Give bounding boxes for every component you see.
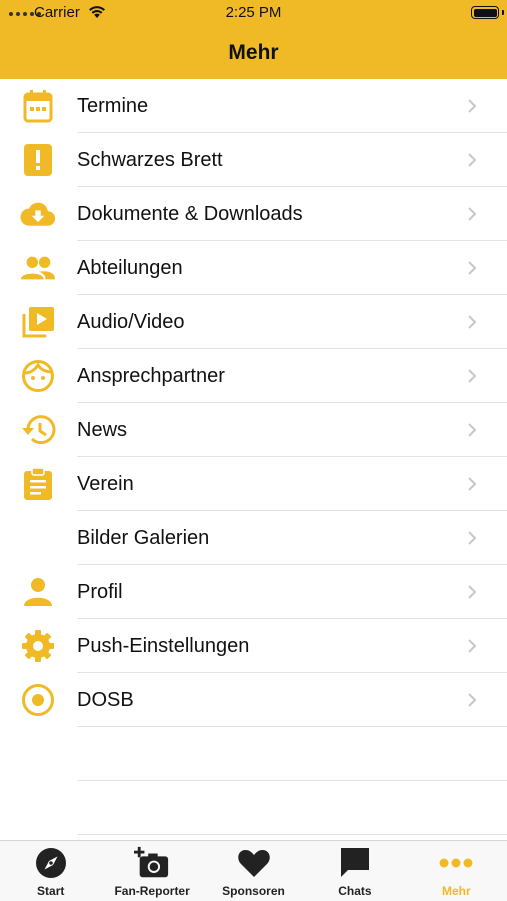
menu-item-abteilungen[interactable]: Abteilungen (0, 241, 507, 295)
menu-item-label: Profil (77, 581, 123, 603)
chevron-right-icon (468, 369, 477, 383)
more-icon (438, 845, 474, 881)
tab-chats[interactable]: Chats (304, 841, 405, 901)
menu-item-dosb[interactable]: DOSB (0, 673, 507, 727)
chevron-right-icon (468, 693, 477, 707)
menu-item-termine[interactable]: Termine (0, 79, 507, 133)
menu-item-label: Dokumente & Downloads (77, 203, 303, 225)
tab-fan-reporter[interactable]: Fan-Reporter (101, 841, 202, 901)
person-icon (20, 574, 56, 610)
menu-item-dokumente-downloads[interactable]: Dokumente & Downloads (0, 187, 507, 241)
clock-label: 2:25 PM (225, 4, 282, 21)
notice-board-icon (20, 142, 56, 178)
menu-item-label: Audio/Video (77, 311, 185, 333)
menu-item-schwarzes-brett[interactable]: Schwarzes Brett (0, 133, 507, 187)
chat-icon (337, 845, 373, 881)
chevron-right-icon (468, 207, 477, 221)
add-photo-icon (134, 845, 170, 881)
menu-item-ansprechpartner[interactable]: Ansprechpartner (0, 349, 507, 403)
menu-list: Termine Schwarzes Brett Dokumente & Down… (0, 79, 507, 835)
chevron-right-icon (468, 99, 477, 113)
tab-bar: Start Fan-Reporter Sponsoren Chats Mehr (0, 840, 507, 901)
menu-item-label: Ansprechpartner (77, 365, 225, 387)
tab-sponsoren[interactable]: Sponsoren (203, 841, 304, 901)
menu-item-verein[interactable]: Verein (0, 457, 507, 511)
menu-item-audio-video[interactable]: Audio/Video (0, 295, 507, 349)
video-library-icon (20, 304, 56, 340)
chevron-right-icon (468, 153, 477, 167)
divider (77, 834, 507, 835)
navigation-header: Carrier 2:25 PM Mehr (0, 0, 507, 79)
tab-label: Mehr (441, 884, 471, 898)
chevron-right-icon (468, 639, 477, 653)
battery-icon (471, 6, 499, 19)
chevron-right-icon (468, 261, 477, 275)
empty-row (0, 727, 507, 781)
history-icon (20, 412, 56, 448)
page-title: Mehr (228, 41, 279, 64)
clipboard-icon (20, 466, 56, 502)
people-icon (20, 250, 56, 286)
menu-item-label: Push-Einstellungen (77, 635, 250, 657)
calendar-icon (20, 88, 56, 124)
menu-item-push-einstellungen[interactable]: Push-Einstellungen (0, 619, 507, 673)
empty-row (0, 781, 507, 835)
tab-label: Sponsoren (222, 884, 285, 898)
gear-icon (20, 628, 56, 664)
menu-item-label: DOSB (77, 689, 134, 711)
tab-mehr[interactable]: Mehr (406, 841, 507, 901)
menu-item-bilder-galerien[interactable]: Bilder Galerien (0, 511, 507, 565)
tab-label: Fan-Reporter (114, 884, 190, 898)
menu-item-label: Verein (77, 473, 134, 495)
status-bar: Carrier 2:25 PM (0, 0, 507, 26)
menu-item-profil[interactable]: Profil (0, 565, 507, 619)
chevron-right-icon (468, 315, 477, 329)
battery-tip (502, 10, 504, 15)
face-icon (20, 358, 56, 394)
menu-item-label: Abteilungen (77, 257, 183, 279)
menu-item-label: Bilder Galerien (77, 527, 210, 549)
compass-icon (33, 845, 69, 881)
record-icon (20, 682, 56, 718)
tab-start[interactable]: Start (0, 841, 101, 901)
heart-icon (236, 845, 272, 881)
chevron-right-icon (468, 423, 477, 437)
chevron-right-icon (468, 585, 477, 599)
chevron-right-icon (468, 477, 477, 491)
menu-item-label: Termine (77, 95, 149, 117)
menu-item-news[interactable]: News (0, 403, 507, 457)
cloud-download-icon (20, 196, 56, 232)
tab-label: Start (37, 884, 65, 898)
menu-item-label: Schwarzes Brett (77, 149, 223, 171)
chevron-right-icon (468, 531, 477, 545)
menu-item-label: News (77, 419, 128, 441)
tab-label: Chats (338, 884, 372, 898)
